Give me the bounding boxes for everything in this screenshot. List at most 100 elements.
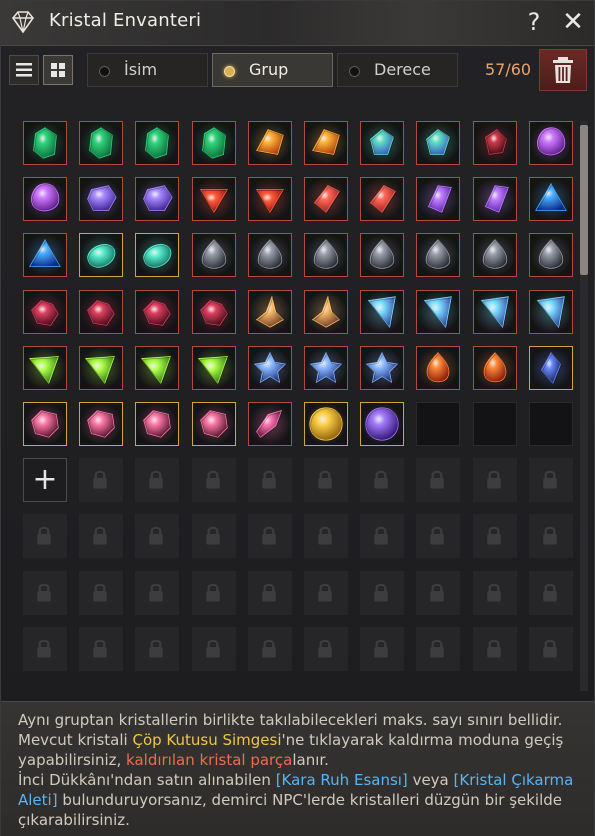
locked-slot bbox=[79, 571, 123, 615]
crystal-slot[interactable] bbox=[416, 346, 460, 390]
crimson-cluster-crystal-icon bbox=[193, 291, 235, 333]
crystal-slot[interactable] bbox=[79, 121, 123, 165]
lock-icon bbox=[318, 470, 332, 489]
crystal-slot[interactable] bbox=[416, 233, 460, 277]
crystal-slot[interactable] bbox=[529, 121, 573, 165]
trash-icon-highlight: Çöp Kutusu Simgesi bbox=[132, 731, 282, 749]
crystal-slot[interactable] bbox=[79, 233, 123, 277]
crystal-slot[interactable] bbox=[360, 121, 404, 165]
lock-icon bbox=[93, 526, 107, 545]
crystal-slot[interactable] bbox=[416, 177, 460, 221]
crystal-slot[interactable] bbox=[529, 346, 573, 390]
crystal-slot[interactable] bbox=[79, 346, 123, 390]
crystal-slot[interactable] bbox=[23, 402, 67, 446]
crystal-slot[interactable] bbox=[192, 177, 236, 221]
gray-drop-crystal-icon bbox=[193, 234, 235, 276]
crystal-slot[interactable] bbox=[473, 233, 517, 277]
locked-slot bbox=[304, 458, 348, 502]
crystal-slot[interactable] bbox=[79, 290, 123, 334]
empty-slot[interactable] bbox=[416, 402, 460, 446]
crystal-slot[interactable] bbox=[192, 290, 236, 334]
crystal-slot[interactable] bbox=[304, 177, 348, 221]
crystal-slot[interactable] bbox=[473, 290, 517, 334]
crystal-slot[interactable] bbox=[248, 177, 292, 221]
list-view-button[interactable] bbox=[9, 55, 39, 85]
sort-by-grade-button[interactable]: Derece bbox=[337, 53, 458, 87]
crystal-slot[interactable] bbox=[529, 290, 573, 334]
crystal-slot[interactable] bbox=[304, 346, 348, 390]
crystal-slot[interactable] bbox=[473, 346, 517, 390]
crystal-slot[interactable] bbox=[416, 290, 460, 334]
scroll-thumb[interactable] bbox=[580, 125, 588, 275]
green-crystal-icon bbox=[24, 122, 66, 164]
close-button[interactable]: ✕ bbox=[559, 7, 587, 37]
lock-icon bbox=[318, 639, 332, 658]
crystal-slot[interactable] bbox=[23, 346, 67, 390]
radio-icon bbox=[224, 66, 235, 77]
crystal-slot[interactable] bbox=[304, 233, 348, 277]
crystal-slot[interactable] bbox=[192, 346, 236, 390]
crystal-slot[interactable] bbox=[360, 402, 404, 446]
empty-slot[interactable] bbox=[529, 402, 573, 446]
crystal-slot[interactable] bbox=[473, 121, 517, 165]
crystal-slot[interactable] bbox=[23, 233, 67, 277]
green-blue-crystal-icon bbox=[361, 122, 403, 164]
crystal-slot[interactable] bbox=[304, 402, 348, 446]
crystal-slot[interactable] bbox=[304, 121, 348, 165]
lock-icon bbox=[262, 526, 276, 545]
crystal-slot[interactable] bbox=[135, 121, 179, 165]
lock-icon bbox=[430, 583, 444, 602]
locked-slot bbox=[473, 514, 517, 558]
crystal-slot[interactable] bbox=[304, 290, 348, 334]
crystal-slot[interactable] bbox=[79, 177, 123, 221]
sort-by-name-button[interactable]: İsim bbox=[87, 53, 208, 87]
crystal-slot[interactable] bbox=[248, 346, 292, 390]
help-button[interactable]: ? bbox=[522, 7, 546, 37]
locked-slot bbox=[135, 458, 179, 502]
crystal-slot[interactable] bbox=[192, 402, 236, 446]
crystal-slot[interactable] bbox=[360, 346, 404, 390]
crystal-slot[interactable] bbox=[248, 121, 292, 165]
crystal-slot[interactable] bbox=[135, 177, 179, 221]
dark-soul-essence-link: [Kara Ruh Esansı] bbox=[275, 771, 408, 789]
crystal-slot[interactable] bbox=[248, 233, 292, 277]
grid-view-button[interactable] bbox=[43, 55, 73, 85]
crystal-slot[interactable] bbox=[360, 233, 404, 277]
crystal-slot[interactable] bbox=[23, 290, 67, 334]
lock-icon bbox=[487, 583, 501, 602]
pink-gem-crystal-icon bbox=[193, 403, 235, 445]
crystal-slot[interactable] bbox=[135, 290, 179, 334]
radio-icon bbox=[349, 66, 360, 77]
crystal-slot[interactable] bbox=[23, 177, 67, 221]
pink-gem-crystal-icon bbox=[80, 403, 122, 445]
locked-slot bbox=[360, 458, 404, 502]
crystal-slot[interactable] bbox=[135, 233, 179, 277]
crystal-slot[interactable] bbox=[248, 402, 292, 446]
scrollbar[interactable] bbox=[580, 121, 588, 691]
empty-slot[interactable] bbox=[473, 402, 517, 446]
crystal-slot[interactable] bbox=[529, 233, 573, 277]
crystal-slot[interactable] bbox=[79, 402, 123, 446]
crystal-slot[interactable] bbox=[23, 121, 67, 165]
locked-slot bbox=[304, 571, 348, 615]
locked-slot bbox=[360, 514, 404, 558]
crystal-slot[interactable] bbox=[416, 121, 460, 165]
crystal-slot[interactable] bbox=[135, 402, 179, 446]
trash-button[interactable] bbox=[539, 49, 587, 91]
pink-shard-crystal-icon bbox=[249, 403, 291, 445]
add-slot-button[interactable]: + bbox=[23, 458, 67, 502]
crystal-slot[interactable] bbox=[529, 177, 573, 221]
crystal-slot[interactable] bbox=[360, 290, 404, 334]
crystal-slot[interactable] bbox=[192, 233, 236, 277]
crystal-slot[interactable] bbox=[473, 177, 517, 221]
lock-icon bbox=[543, 526, 557, 545]
blue-star-crystal-icon bbox=[361, 347, 403, 389]
crystal-slot[interactable] bbox=[192, 121, 236, 165]
crystal-slot[interactable] bbox=[135, 346, 179, 390]
crystal-slot[interactable] bbox=[248, 290, 292, 334]
lock-icon bbox=[430, 470, 444, 489]
title-bar[interactable]: Kristal Envanteri ? ✕ bbox=[1, 1, 594, 46]
sort-by-group-button[interactable]: Grup bbox=[212, 53, 333, 87]
crystal-slot[interactable] bbox=[360, 177, 404, 221]
lock-icon bbox=[149, 470, 163, 489]
